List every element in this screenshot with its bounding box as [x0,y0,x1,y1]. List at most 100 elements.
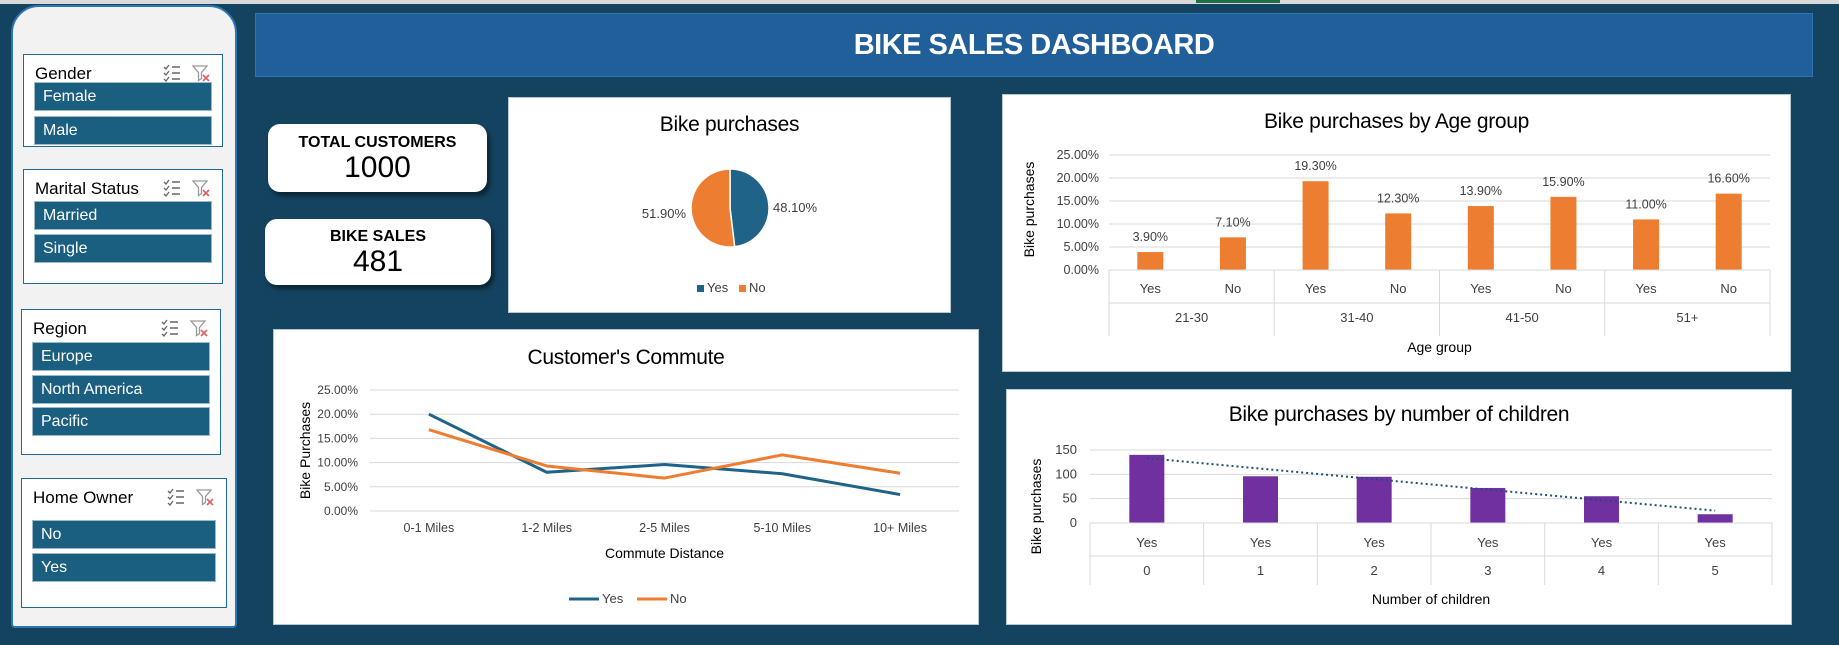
slicer-marital-status-header: Marital Status [24,170,222,204]
slicer-gender-item-female[interactable]: Female [34,82,212,111]
group-label: 2 [1371,563,1378,578]
y-axis-title: Bike Purchases [297,402,313,499]
slicer-marital-status-item-married[interactable]: Married [34,201,212,230]
x-tick-label: No [1390,281,1407,296]
kpi-bike-sales-label: BIKE SALES [329,228,426,245]
slicer-home-owner: Home Owner No Yes [21,478,227,608]
age-bar [1302,181,1329,270]
pie-chart-card[interactable]: Bike purchases 48.10% 51.90% Yes No [508,97,951,313]
group-label: 0 [1143,563,1150,578]
kpi-total-customers-value: 1000 [344,151,411,184]
multi-select-icon[interactable] [162,178,182,198]
slicer-marital-status-item-single[interactable]: Single [34,234,212,263]
age-bar [1385,213,1412,270]
x-tick-label: Yes [1591,535,1613,550]
dashboard-title: BIKE SALES DASHBOARD [853,28,1215,61]
x-tick-label: 2-5 Miles [639,521,690,535]
x-tick-label: Yes [1250,535,1272,550]
dashboard-header: BIKE SALES DASHBOARD [255,13,1813,77]
age-bar [1550,196,1577,270]
multi-select-icon[interactable] [166,487,186,507]
group-label: 4 [1598,563,1605,578]
slicer-home-owner-item-yes[interactable]: Yes [32,553,216,582]
x-tick-label: Yes [1635,281,1657,296]
clear-filter-icon[interactable] [189,318,209,338]
x-tick-label: No [1225,281,1242,296]
y-tick-label: 20.00% [317,407,358,421]
pie-legend-yes: Yes [707,280,729,295]
slicer-region-header: Region [22,310,220,344]
y-tick-label: 100 [1055,466,1077,481]
y-tick-label: 0.00% [324,504,358,518]
group-label: 21-30 [1175,310,1208,325]
y-tick-label: 10.00% [317,456,358,470]
x-tick-label: 10+ Miles [873,521,927,535]
y-tick-label: 25.00% [1057,148,1099,162]
top-strip [0,0,1839,4]
slicer-gender: Gender Female Male [23,54,223,147]
children-bar [1356,476,1392,523]
series-line-yes [428,412,901,497]
pie-legend-no: No [749,280,766,295]
group-label: 5 [1712,563,1719,578]
x-tick-label: 5-10 Miles [753,521,811,535]
slicer-home-owner-item-no[interactable]: No [32,520,216,549]
slicer-region-item-north-america[interactable]: North America [32,375,210,404]
trendline [1146,457,1716,512]
y-tick-label: 15.00% [1057,194,1099,208]
legend-label-no: No [670,591,687,606]
series-line-no [428,428,901,480]
x-axis-title: Commute Distance [605,545,724,561]
slicer-home-owner-header: Home Owner [22,479,226,513]
clear-filter-icon[interactable] [195,487,215,507]
bar-value-label: 13.90% [1460,184,1502,198]
slicer-region-item-pacific[interactable]: Pacific [32,407,210,436]
pie-slice-no [690,168,736,248]
x-tick-label: No [1720,281,1737,296]
y-tick-label: 0 [1070,515,1077,530]
slicer-panel: Gender Female Male Marital Status Married Sin… [11,5,237,628]
age-bar [1467,206,1494,270]
group-label: 41-50 [1506,310,1539,325]
y-axis-title: Bike purchases [1028,459,1044,555]
y-tick-label: 10.00% [1057,217,1099,231]
group-label: 1 [1257,563,1264,578]
age-bar [1633,219,1660,270]
children-bar-chart: 150 100 50 0 Yes 0 Yes 1 Yes 2 Yes 3 Yes 4 Yes 5 Number … [1028,442,1773,607]
bar-value-label: 19.30% [1294,159,1336,173]
pie-label-no: 51.90% [642,206,687,221]
slicer-gender-item-male[interactable]: Male [34,116,212,145]
x-axis-title: Number of children [1372,591,1490,607]
pie-legend-swatch-yes [697,285,704,292]
clear-filter-icon[interactable] [191,63,211,83]
commute-chart-card[interactable]: Customer's Commute 25.00% 20.00% 15.00% 10.… [273,329,979,625]
x-tick-label: Yes [1136,535,1158,550]
slicer-gender-title: Gender [35,64,92,83]
y-tick-label: 15.00% [317,431,358,445]
slicer-home-owner-title: Home Owner [33,488,134,507]
age-bar [1219,237,1246,270]
y-tick-label: 0.00% [1064,263,1099,277]
multi-select-icon[interactable] [160,318,180,338]
y-tick-label: 25.00% [317,383,358,397]
age-bar [1715,193,1742,270]
bar-value-label: 12.30% [1377,191,1419,205]
x-tick-label: No [1555,281,1572,296]
x-tick-label: 0-1 Miles [404,521,455,535]
group-label: 51+ [1676,310,1698,325]
slicer-marital-status: Marital Status Married Single [23,169,223,284]
clear-filter-icon[interactable] [191,178,211,198]
x-tick-label: Yes [1364,535,1386,550]
multi-select-icon[interactable] [162,63,182,83]
age-chart-card[interactable]: Bike purchases by Age group 25.00% 20.00%… [1002,94,1791,372]
pie-chart: 48.10% 51.90% Yes No [642,168,818,295]
y-tick-label: 5.00% [324,480,358,494]
x-tick-label: Yes [1705,535,1727,550]
x-tick-label: 1-2 Miles [521,521,572,535]
group-label: 31-40 [1340,310,1373,325]
x-tick-label: Yes [1140,281,1162,296]
children-chart-card[interactable]: Bike purchases by number of children 150… [1006,389,1792,625]
y-tick-label: 5.00% [1064,240,1099,254]
x-tick-label: Yes [1470,281,1492,296]
slicer-region-item-europe[interactable]: Europe [32,342,210,371]
